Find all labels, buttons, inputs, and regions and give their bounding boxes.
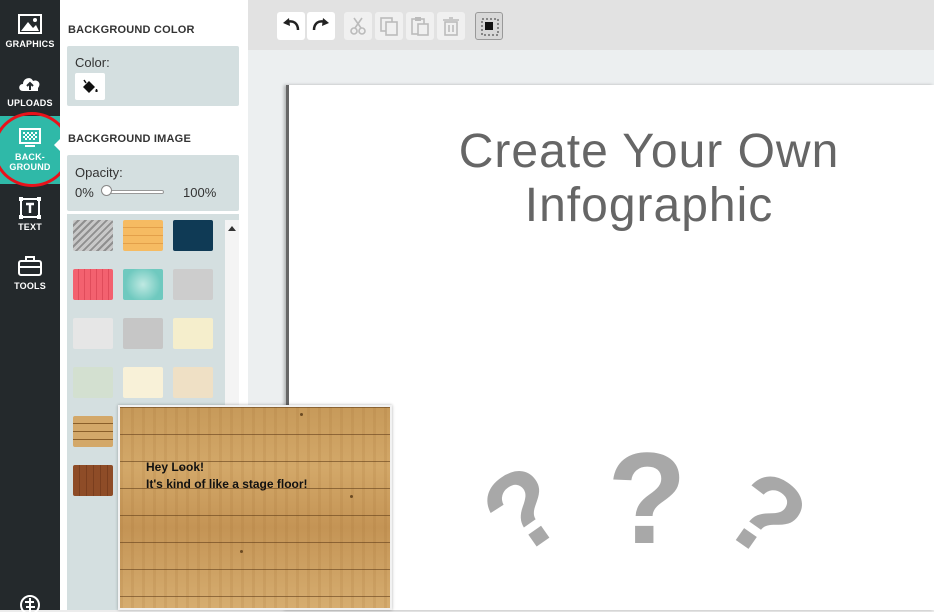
swatch-orange-wood[interactable]	[123, 220, 163, 251]
opacity-label: Opacity:	[75, 165, 123, 180]
text-box-icon	[19, 197, 41, 219]
copy-button[interactable]	[375, 12, 403, 40]
opacity-slider-handle[interactable]	[101, 185, 112, 196]
nav-item-tools[interactable]: TOOLS	[0, 242, 60, 299]
select-tool-button[interactable]	[475, 12, 503, 40]
nail-dot	[300, 413, 303, 416]
nav-item-text[interactable]: TEXT	[0, 184, 60, 241]
image-icon	[18, 14, 42, 34]
svg-text:?: ?	[472, 440, 586, 578]
wood-preview-tooltip: Hey Look! It's kind of like a stage floo…	[118, 405, 392, 610]
select-box-icon	[481, 18, 499, 36]
background-image-title: BACKGROUND IMAGE	[68, 133, 191, 145]
question-mark-icon: ?	[703, 445, 829, 578]
tooltip-line-1: Hey Look!	[146, 460, 205, 474]
scroll-up-arrow-icon[interactable]	[228, 226, 236, 231]
toolbar	[248, 0, 934, 50]
swatch-gray-diagonal-stripes[interactable]	[73, 220, 113, 251]
nav-label: UPLOADS	[7, 98, 53, 108]
opacity-max-label: 100%	[183, 185, 217, 200]
tooltip-line-2: It's kind of like a stage floor!	[146, 477, 308, 491]
swatch-beige[interactable]	[173, 367, 213, 398]
redo-button[interactable]	[307, 12, 335, 40]
opacity-box: Opacity: 0% 100%	[67, 155, 239, 211]
swatch-ivory[interactable]	[123, 367, 163, 398]
swatch-light-gray[interactable]	[73, 318, 113, 349]
nav-item-uploads[interactable]: UPLOADS	[0, 60, 60, 117]
svg-text:?: ?	[607, 428, 686, 571]
color-box: Color:	[67, 46, 239, 106]
signpost-icon[interactable]	[19, 594, 41, 612]
swatch-gray-clouds[interactable]	[173, 269, 213, 300]
nav-item-graphics[interactable]: GRAPHICS	[0, 0, 60, 57]
paint-bucket-icon	[83, 79, 98, 93]
color-picker-button[interactable]	[75, 73, 105, 100]
question-marks-graphic[interactable]: ? ? ?	[472, 428, 832, 578]
question-mark-icon: ?	[607, 428, 686, 571]
opacity-min-label: 0%	[75, 185, 94, 200]
redo-icon	[312, 18, 329, 31]
swatch-red-wood[interactable]	[73, 269, 113, 300]
color-label: Color:	[75, 55, 110, 70]
nail-dot	[240, 550, 243, 553]
nail-dot	[350, 495, 353, 498]
paste-icon	[411, 17, 429, 36]
scissors-icon	[350, 17, 366, 35]
cloud-upload-icon	[19, 78, 40, 91]
title-line-2: Infographic	[524, 179, 774, 232]
cut-button[interactable]	[344, 12, 372, 40]
undo-button[interactable]	[277, 12, 305, 40]
swatch-wood-planks[interactable]	[73, 416, 113, 447]
undo-icon	[283, 18, 300, 31]
paste-button[interactable]	[406, 12, 434, 40]
nav-label: GRAPHICS	[5, 39, 55, 49]
nav-label: TOOLS	[14, 281, 46, 291]
toolbox-icon	[18, 256, 42, 276]
nav-label: TEXT	[18, 222, 42, 232]
swatch-teal-bokeh[interactable]	[123, 269, 163, 300]
left-navigation: GRAPHICS UPLOADS BACK- GROUND TEXT TOOLS	[0, 0, 61, 612]
swatch-sage[interactable]	[73, 367, 113, 398]
question-mark-icon: ?	[472, 440, 586, 578]
swatch-dark-wood[interactable]	[73, 465, 113, 496]
title-line-1: Create Your Own	[458, 125, 840, 178]
swatch-cream[interactable]	[173, 318, 213, 349]
tooltip-message: Hey Look! It's kind of like a stage floo…	[146, 459, 308, 493]
swatch-dark-navy[interactable]	[173, 220, 213, 251]
background-color-title: BACKGROUND COLOR	[68, 24, 195, 36]
delete-button[interactable]	[437, 12, 465, 40]
copy-icon	[380, 17, 398, 36]
trash-icon	[443, 17, 459, 36]
svg-text:?: ?	[703, 445, 829, 578]
swatch-medium-gray[interactable]	[123, 318, 163, 349]
infographic-title[interactable]: Create Your Own Infographic	[289, 125, 934, 233]
